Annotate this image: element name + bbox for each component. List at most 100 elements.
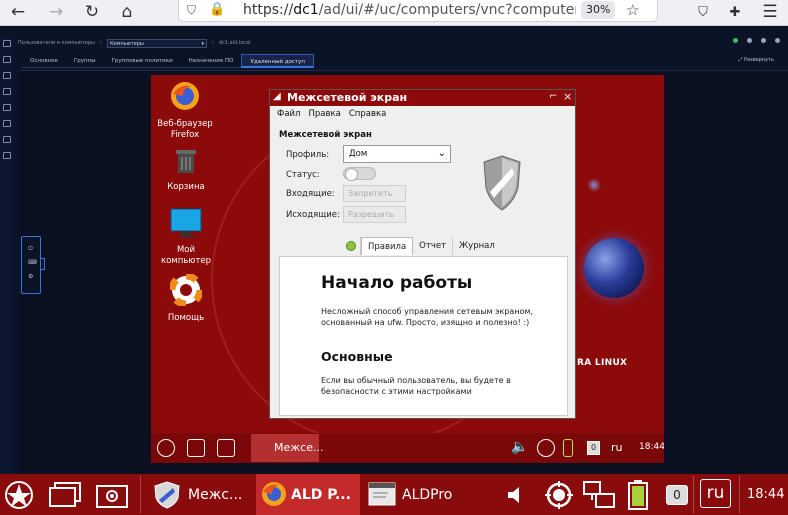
extensions-icon[interactable]: ✚	[722, 0, 748, 24]
settings-gear-icon[interactable]: ⚙	[28, 273, 33, 280]
breadcrumb-domain[interactable]: dc1.ald.local	[219, 40, 251, 46]
desktop-icon-trash[interactable]: Корзина	[151, 147, 221, 193]
menu-help[interactable]: Справка	[349, 109, 386, 119]
tab-groups[interactable]: Группы	[65, 54, 104, 68]
profile-select[interactable]: Дом ⌄	[343, 145, 451, 163]
tab-report[interactable]: Отчет	[413, 237, 454, 255]
breadcrumb-select[interactable]: Компьютеры ▾	[106, 38, 207, 48]
app-icon: ◢	[273, 91, 281, 102]
windows-icon[interactable]	[49, 482, 81, 508]
user-icon[interactable]	[775, 38, 780, 43]
tab-content: Начало работы Несложный способ управлени…	[279, 256, 568, 416]
outgoing-label: Исходящие:	[286, 210, 340, 220]
forward-arrow-icon[interactable]: →	[43, 0, 69, 24]
firefox-icon	[262, 482, 286, 506]
policy-icon[interactable]	[3, 120, 11, 127]
outgoing-select[interactable]: Разрешить	[343, 206, 406, 223]
security-level-icon[interactable]	[543, 479, 575, 511]
menu-icon[interactable]	[3, 40, 11, 47]
breadcrumb-separator: ›	[211, 40, 214, 46]
security-level-icon[interactable]	[537, 439, 555, 457]
folder-icon[interactable]	[3, 88, 11, 95]
computer-tabs: Основное Группы Групповые политики Назна…	[22, 54, 314, 68]
lock-icon[interactable]: 🔒	[209, 2, 225, 17]
address-bar[interactable]: ⛉ 🔒 https://dc1/ad/ui/#/uc/computers/vnc…	[178, 0, 658, 22]
enabled-icon	[346, 240, 356, 251]
back-arrow-icon[interactable]: ←	[5, 0, 31, 24]
settings-icon[interactable]	[3, 152, 11, 159]
volume-icon[interactable]	[506, 484, 528, 506]
globe-icon[interactable]	[3, 72, 11, 79]
users-icon[interactable]	[3, 56, 11, 63]
fullscreen-button[interactable]: ⤢ Развернуть	[738, 57, 774, 63]
reload-icon[interactable]: ↻	[79, 0, 105, 24]
shield-icon	[483, 155, 521, 211]
side-panel-handle[interactable]	[40, 258, 45, 270]
content-subheading: Основные	[321, 349, 393, 364]
desktop-icon-help[interactable]: Помощь	[151, 272, 221, 324]
volume-icon[interactable]: 🔈	[511, 439, 529, 457]
file-manager-icon[interactable]	[96, 482, 128, 508]
window-title: Межсетевой экран	[287, 91, 408, 104]
clock[interactable]: 18:44	[747, 487, 784, 502]
window-titlebar[interactable]: ◢ Межсетевой экран ⌐ ×	[270, 90, 575, 106]
desktop-icon-my-computer[interactable]: Мой компьютер	[151, 208, 221, 267]
help-icon[interactable]	[761, 38, 766, 43]
start-menu-icon[interactable]	[4, 480, 34, 510]
browser-toolbar: ← → ↻ ⌂ ⛉ 🔒 https://dc1/ad/ui/#/uc/compu…	[0, 0, 788, 26]
notification-count[interactable]: 0	[666, 485, 688, 505]
shield-icon[interactable]: ⛉	[187, 3, 196, 18]
wallpaper-planet	[584, 238, 644, 298]
menu-icon[interactable]: ☰	[757, 0, 783, 24]
server-icon[interactable]	[3, 104, 11, 111]
taskbar-window-firewall[interactable]: Межс...	[145, 474, 253, 515]
keyboard-icon[interactable]: ⌨	[28, 259, 37, 266]
desktop-icon-label: Веб-браузер Firefox	[157, 119, 213, 140]
tab-rules[interactable]: Правила	[361, 237, 414, 255]
stats-icon[interactable]	[3, 136, 11, 143]
menu-edit[interactable]: Правка	[308, 109, 340, 119]
content-paragraph: Несложный способ управления сетевым экра…	[321, 307, 534, 327]
file-manager-icon[interactable]	[217, 439, 235, 457]
tab-log[interactable]: Журнал	[453, 237, 501, 255]
taskbar-window-aldpro-terminal[interactable]: ALDPro	[362, 474, 482, 515]
menu-file[interactable]: Файл	[277, 109, 300, 119]
desktop-icon-firefox[interactable]: Веб-браузер Firefox	[151, 80, 220, 141]
home-icon[interactable]: ⌂	[114, 0, 140, 24]
clock[interactable]: 18:44	[639, 442, 664, 452]
left-navigation-rail	[0, 36, 14, 474]
incoming-select[interactable]: Запретить	[343, 185, 406, 202]
windows-icon[interactable]	[187, 439, 205, 457]
desktop-icon-label: Помощь	[167, 313, 205, 323]
keyboard-layout[interactable]: ru	[700, 479, 731, 508]
zoom-level-badge[interactable]: 30%	[581, 1, 616, 19]
tab-remote-access[interactable]: Удаленный доступ	[241, 54, 314, 68]
keyboard-layout[interactable]: ru	[611, 441, 623, 454]
tab-status-indicator[interactable]	[342, 237, 361, 255]
maximize-icon[interactable]: ⌐	[549, 91, 557, 102]
grid-icon[interactable]	[747, 38, 752, 43]
status-toggle[interactable]	[343, 167, 376, 181]
battery-icon[interactable]	[563, 439, 573, 457]
taskbar-window-ald-pro[interactable]: ALD P...	[256, 474, 360, 515]
chevron-down-icon: ▾	[201, 40, 204, 47]
tab-group-policies[interactable]: Групповые политики	[103, 54, 181, 68]
breadcrumb-root[interactable]: Пользователи и компьютеры	[18, 40, 95, 46]
start-menu-icon[interactable]	[157, 439, 175, 457]
url-text[interactable]: https://dc1/ad/ui/#/uc/computers/vnc?com…	[243, 2, 576, 18]
firewall-window: ◢ Межсетевой экран ⌐ × Файл Правка Справ…	[269, 89, 576, 419]
battery-icon[interactable]	[627, 479, 649, 511]
firewall-tabs: Правила Отчет Журнал	[342, 237, 501, 255]
profile-label: Профиль:	[286, 150, 330, 160]
tab-general[interactable]: Основное	[22, 54, 66, 68]
close-icon[interactable]: ×	[563, 90, 572, 103]
power-icon[interactable]: ⏻	[28, 245, 33, 253]
desktop-icon-label: Корзина	[167, 182, 205, 192]
taskbar-window-firewall[interactable]: Межсе...	[251, 434, 323, 462]
section-heading: Межсетевой экран	[279, 130, 372, 140]
network-displays-icon[interactable]	[582, 480, 616, 512]
pocket-icon[interactable]: ⛉	[690, 0, 716, 24]
bookmark-star-icon[interactable]: ☆	[626, 1, 639, 19]
notification-count[interactable]: 0	[587, 441, 600, 455]
tab-software[interactable]: Назначение ПО	[180, 54, 242, 68]
